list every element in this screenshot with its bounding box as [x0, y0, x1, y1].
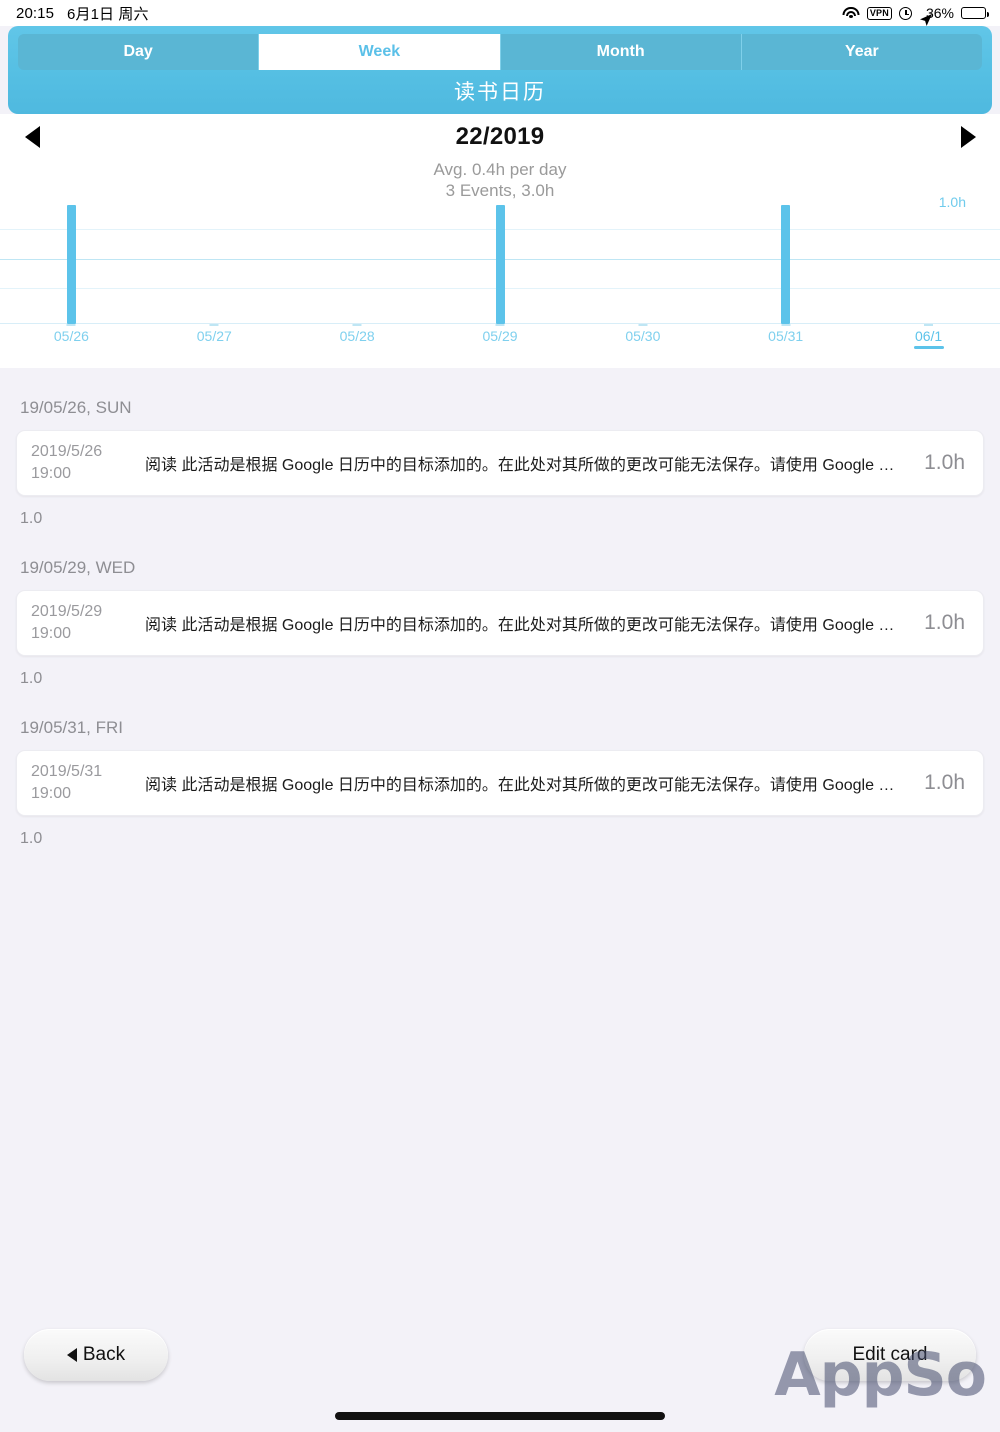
chart-x-tick: 05/30	[625, 324, 660, 344]
chart-value-label: 1.0h	[938, 194, 966, 210]
wifi-icon	[842, 6, 860, 20]
day-group: 19/05/31, FRI 2019/5/31 19:00 阅读 此活动是根据 Goo…	[0, 688, 1000, 848]
day-total: 1.0	[20, 510, 43, 527]
chart-tick-label: 05/31	[768, 328, 804, 344]
day-header: 19/05/31, FRI	[20, 718, 124, 737]
chart-x-tick: 05/31	[768, 324, 803, 344]
event-duration: 1.0h	[924, 451, 965, 474]
status-time: 20:15	[16, 4, 55, 22]
app-header: Day Week Month Year 读书日历	[8, 26, 992, 114]
event-datetime: 2019/5/26 19:00	[31, 441, 135, 485]
chart-tick-mark	[66, 324, 76, 326]
period-label: 22/2019	[455, 123, 545, 150]
period-segmented-control[interactable]: Day Week Month Year	[18, 34, 982, 70]
day-total: 1.0	[20, 830, 43, 847]
battery-percent: 36%	[925, 5, 954, 21]
status-bar-right: VPN 36%	[842, 5, 989, 26]
home-indicator	[335, 1412, 665, 1420]
event-card[interactable]: 2019/5/29 19:00 阅读 此活动是根据 Google 日历中的目标添加的…	[16, 590, 984, 656]
chart-tick-label: 05/28	[339, 328, 375, 344]
back-button[interactable]: Back	[24, 1329, 168, 1381]
tab-year[interactable]: Year	[741, 34, 982, 70]
app-root: 20:15 6月1日 周六 VPN 36% Day Week Month Yea…	[0, 0, 1000, 1432]
chart-tick-label: 05/27	[196, 328, 232, 344]
chart-x-tick: 06/1	[913, 324, 944, 349]
triangle-left-icon	[66, 1348, 77, 1362]
chart-bar	[781, 205, 791, 324]
event-time: 19:00	[31, 465, 72, 482]
chart-x-tick: 05/28	[340, 324, 375, 344]
edit-card-button[interactable]: Edit card	[804, 1329, 976, 1381]
battery-icon	[961, 7, 989, 19]
chart-tick-label: 05/29	[482, 328, 518, 344]
event-title: 阅读 此活动是根据 Google 日历中的目标添加的。在此处对其所做的更改可能无…	[145, 777, 907, 794]
day-total: 1.0	[20, 670, 43, 687]
alarm-icon	[898, 6, 912, 20]
edit-card-button-label: Edit card	[852, 1344, 928, 1365]
period-navigation: 22/2019 Avg. 0.4h per day 3 Events, 3.0h	[0, 114, 1000, 200]
event-title: 阅读 此活动是根据 Google 日历中的目标添加的。在此处对其所做的更改可能无…	[145, 457, 907, 474]
chart-panel: 22/2019 Avg. 0.4h per day 3 Events, 3.0h…	[0, 114, 1000, 368]
tab-day[interactable]: Day	[18, 34, 260, 70]
event-card[interactable]: 2019/5/31 19:00 阅读 此活动是根据 Google 日历中的目标添加的…	[16, 750, 984, 816]
chart-bar	[66, 205, 76, 324]
chart-x-tick: 05/29	[482, 324, 518, 344]
event-time: 19:00	[31, 785, 72, 802]
day-header: 19/05/26, SUN	[20, 398, 132, 417]
event-duration: 1.0h	[924, 611, 965, 634]
chart-x-tick: 05/27	[197, 324, 232, 344]
day-group: 19/05/29, WED 2019/5/29 19:00 阅读 此活动是根据 Goo…	[0, 528, 1000, 688]
avg-summary: Avg. 0.4h per day	[433, 160, 567, 179]
event-list: 19/05/26, SUN 2019/5/26 19:00 阅读 此活动是根据 Goo…	[0, 368, 1000, 1432]
event-datetime: 2019/5/31 19:00	[31, 761, 135, 805]
today-underline	[913, 346, 944, 349]
tab-week[interactable]: Week	[259, 34, 501, 70]
chart-tick-label: 06/1	[914, 328, 943, 344]
event-date: 2019/5/29	[31, 603, 103, 620]
chart-tick-mark	[495, 324, 505, 326]
day-group: 19/05/26, SUN 2019/5/26 19:00 阅读 此活动是根据 Goo…	[0, 368, 1000, 528]
status-date: 6月1日 周六	[67, 5, 149, 23]
page-title: 读书日历	[454, 81, 546, 104]
chart-tick-mark	[638, 324, 648, 326]
event-duration: 1.0h	[924, 771, 965, 794]
chart-tick-label: 05/26	[53, 328, 89, 344]
back-button-label: Back	[82, 1344, 126, 1365]
event-date: 2019/5/31	[31, 763, 103, 780]
status-bar-left: 20:15 6月1日 周六	[16, 3, 149, 24]
chart-tick-mark	[924, 324, 934, 326]
vpn-icon: VPN	[866, 6, 892, 20]
chart-x-tick: 05/26	[54, 324, 89, 344]
next-period-button[interactable]	[944, 120, 992, 154]
chart-tick-mark	[781, 324, 791, 326]
day-header: 19/05/29, WED	[20, 558, 136, 577]
chart-x-axis: 05/26 05/27 05/28 05/29 05/30 05/31 06/1	[0, 324, 1000, 354]
chart-tick-mark	[209, 324, 219, 326]
status-bar: 20:15 6月1日 周六 VPN 36%	[0, 0, 1000, 26]
prev-period-button[interactable]	[8, 120, 56, 154]
event-time: 19:00	[31, 625, 72, 642]
triangle-left-icon	[24, 126, 40, 148]
tab-month[interactable]: Month	[500, 34, 742, 70]
event-card[interactable]: 2019/5/26 19:00 阅读 此活动是根据 Google 日历中的目标添加的…	[16, 430, 984, 496]
bar-chart-plot: 1.0h	[0, 194, 1000, 324]
chart-tick-label: 05/30	[625, 328, 661, 344]
triangle-right-icon	[960, 126, 976, 148]
chart-bar	[495, 205, 505, 324]
event-title: 阅读 此活动是根据 Google 日历中的目标添加的。在此处对其所做的更改可能无…	[145, 617, 907, 634]
event-datetime: 2019/5/29 19:00	[31, 601, 135, 645]
event-date: 2019/5/26	[31, 443, 103, 460]
chart-tick-mark	[352, 324, 362, 326]
